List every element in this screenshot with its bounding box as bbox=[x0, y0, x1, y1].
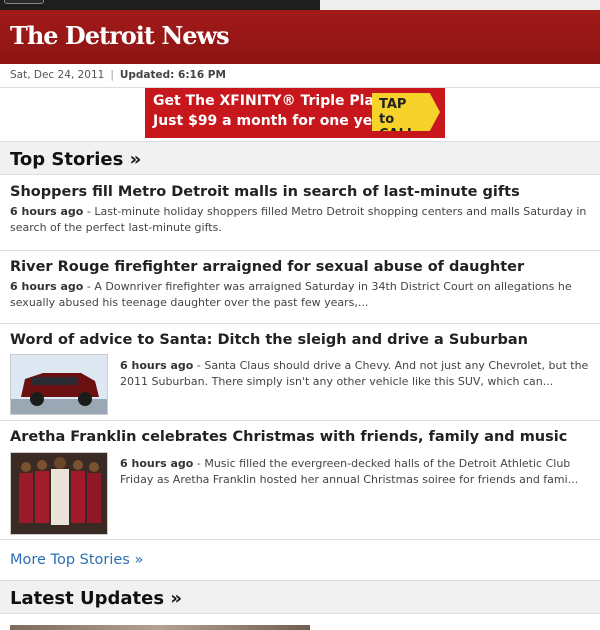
story-time: 6 hours ago bbox=[120, 359, 194, 372]
current-date: Sat, Dec 24, 2011 bbox=[10, 69, 105, 81]
story-time: 6 hours ago bbox=[10, 280, 84, 293]
aretha-image bbox=[11, 453, 107, 534]
story-headline[interactable]: Aretha Franklin celebrates Christmas wit… bbox=[10, 429, 590, 445]
story-summary-text: Last-minute holiday shoppers filled Metr… bbox=[10, 205, 587, 234]
browser-dark-strip bbox=[0, 0, 320, 10]
story-item[interactable]: Shoppers fill Metro Detroit malls in sea… bbox=[0, 176, 600, 251]
story-dash: - bbox=[86, 205, 91, 218]
aretha-thumbnail[interactable] bbox=[10, 452, 108, 535]
story-summary: 6 hours ago - Music filled the evergreen… bbox=[120, 456, 590, 488]
story-headline[interactable]: Word of advice to Santa: Ditch the sleig… bbox=[10, 332, 590, 348]
story-headline[interactable]: Shoppers fill Metro Detroit malls in sea… bbox=[10, 184, 590, 200]
story-headline[interactable]: River Rouge firefighter arraigned for se… bbox=[10, 259, 590, 275]
story-item[interactable]: Aretha Franklin celebrates Christmas wit… bbox=[0, 421, 600, 540]
date-separator: | bbox=[110, 69, 114, 81]
masthead: The Detroit News bbox=[0, 10, 600, 64]
date-bar: Sat, Dec 24, 2011 | Updated: 6:16 PM bbox=[0, 64, 600, 88]
ad-line-2: Just $99 a month for one year. bbox=[153, 113, 392, 129]
suburban-thumbnail[interactable] bbox=[10, 354, 108, 415]
story-dash: - bbox=[196, 359, 201, 372]
suv-image bbox=[11, 355, 107, 414]
story-item[interactable]: River Rouge firefighter arraigned for se… bbox=[0, 251, 600, 324]
ad-line-1: Get The XFINITY® Triple Play. bbox=[153, 93, 387, 109]
latest-update-image[interactable] bbox=[10, 625, 310, 630]
xfinity-ad-banner[interactable]: Get The XFINITY® Triple Play. Just $99 a… bbox=[145, 88, 445, 138]
top-stories-header[interactable]: Top Stories » bbox=[0, 141, 600, 175]
story-summary: 6 hours ago - Santa Claus should drive a… bbox=[120, 358, 590, 390]
more-top-stories-link[interactable]: More Top Stories » bbox=[10, 552, 143, 568]
story-summary: 6 hours ago - A Downriver firefighter wa… bbox=[10, 279, 590, 311]
ad-cta-line-2: to CALL bbox=[379, 112, 416, 142]
ad-cta-line-1: TAP bbox=[379, 97, 407, 112]
story-item[interactable]: Word of advice to Santa: Ditch the sleig… bbox=[0, 324, 600, 421]
browser-button[interactable] bbox=[4, 0, 44, 4]
story-dash: - bbox=[196, 457, 201, 470]
story-summary-text: A Downriver firefighter was arraigned Sa… bbox=[10, 280, 572, 309]
browser-top-bar bbox=[0, 0, 600, 10]
ad-tap-to-call-button[interactable]: TAP to CALL bbox=[372, 93, 440, 131]
story-summary: 6 hours ago - Last-minute holiday shoppe… bbox=[10, 204, 590, 236]
story-time: 6 hours ago bbox=[120, 457, 194, 470]
site-logo[interactable]: The Detroit News bbox=[10, 21, 230, 50]
story-time: 6 hours ago bbox=[10, 205, 84, 218]
latest-updates-header[interactable]: Latest Updates » bbox=[0, 580, 600, 614]
updated-time: Updated: 6:16 PM bbox=[119, 69, 226, 81]
story-dash: - bbox=[86, 280, 91, 293]
